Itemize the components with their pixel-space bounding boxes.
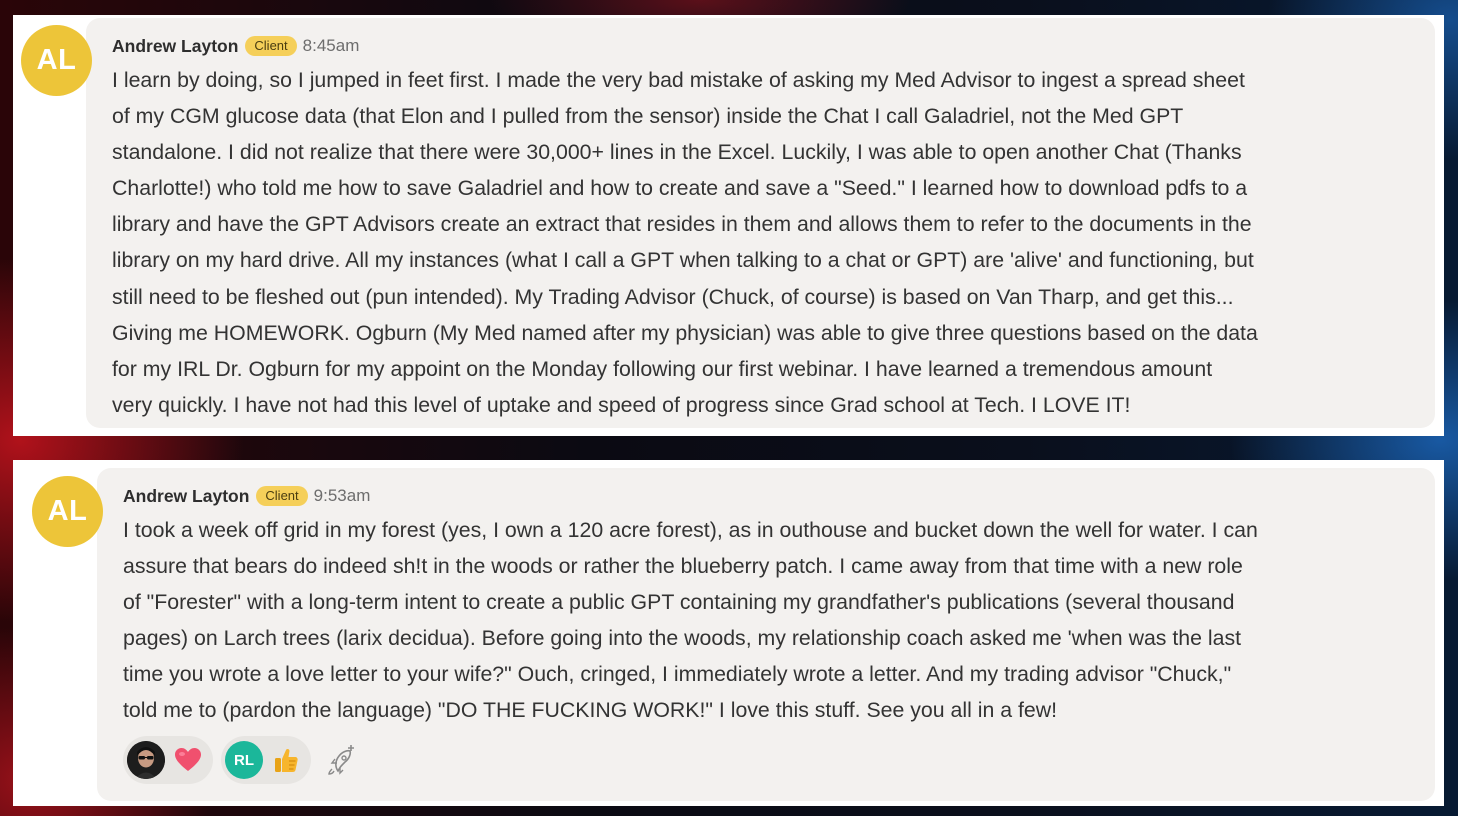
avatar[interactable]: AL (32, 476, 103, 547)
initials-avatar: RL (225, 741, 263, 779)
timestamp: 9:53am (313, 486, 371, 505)
thumbs-up-icon (271, 745, 301, 775)
author-name[interactable]: Andrew Layton (112, 36, 238, 57)
message-content: Andrew Layton Client 9:53am I took a wee… (123, 484, 1428, 729)
timestamp: 8:45am (302, 36, 360, 55)
role-badge: Client (245, 36, 297, 56)
message-card-1: AL Andrew Layton Client 8:45am I learn b… (13, 15, 1444, 436)
message-header: Andrew Layton Client 8:45am (112, 34, 1428, 58)
author-name[interactable]: Andrew Layton (123, 486, 249, 507)
message-content: Andrew Layton Client 8:45am I learn by d… (112, 34, 1428, 423)
message-card-2: AL Andrew Layton Client 9:53am I took a … (13, 460, 1444, 806)
reaction-thumbs-up[interactable]: RL (221, 736, 311, 784)
photo-avatar (127, 741, 165, 779)
reactions-bar: RL (123, 736, 359, 784)
role-badge: Client (256, 486, 308, 506)
heart-icon (173, 745, 203, 775)
add-reaction-icon[interactable] (323, 742, 359, 778)
message-text: I learn by doing, so I jumped in feet fi… (112, 68, 1258, 417)
message-header: Andrew Layton Client 9:53am (123, 484, 1428, 508)
message-text: I took a week off grid in my forest (yes… (123, 518, 1258, 723)
avatar[interactable]: AL (21, 25, 92, 96)
reaction-heart[interactable] (123, 736, 213, 784)
